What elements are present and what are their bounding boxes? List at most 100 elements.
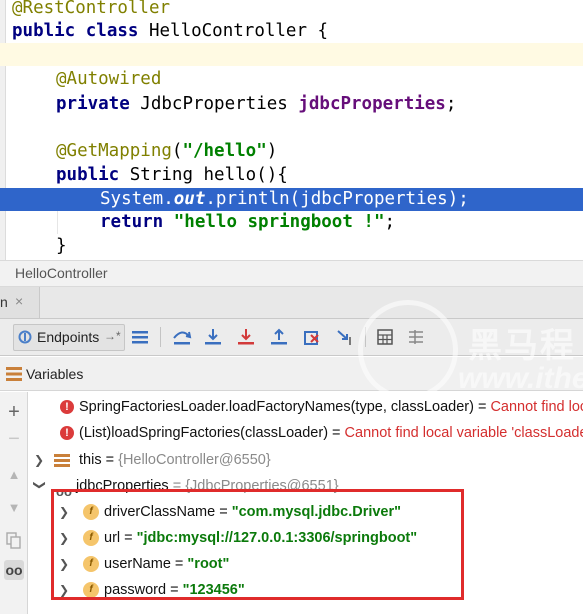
step-out-icon [271, 328, 287, 345]
code-editor[interactable]: @RestController public class HelloControl… [0, 0, 583, 260]
error-message: Cannot find local variable 'classLoader' [490, 399, 583, 415]
variable-text: (List)loadSpringFactories(classLoader) =… [79, 420, 583, 446]
variable-value: "com.mysql.jdbc.Driver" [231, 504, 402, 520]
variable-row[interactable]: ❯ this = {HelloController@6550} [29, 447, 583, 473]
move-down-button[interactable]: ▼ [4, 497, 24, 517]
code-token: return [100, 212, 174, 232]
code-token: public class [12, 21, 149, 41]
variable-row[interactable]: ! (List)loadSpringFactories(classLoader) … [29, 420, 583, 446]
minus-icon: − [8, 427, 20, 450]
triangle-up-icon: ▲ [7, 466, 21, 482]
variable-row[interactable]: ❯ f userName = "root" [29, 551, 583, 577]
variable-value: {JdbcProperties@6551} [185, 478, 339, 494]
code-token: System. [100, 189, 174, 209]
variable-row[interactable]: ❯ oo jdbcProperties = {JdbcProperties@6551… [29, 473, 583, 499]
debug-tab-strip: n × [0, 287, 583, 319]
variables-panel-title: Variables [26, 366, 84, 382]
code-token: HelloController { [148, 21, 329, 41]
code-line[interactable]: public String hello(){ [0, 164, 583, 187]
force-step-into-button[interactable] [234, 325, 258, 349]
variable-text: this = {HelloController@6550} [79, 447, 271, 473]
code-token: private [56, 94, 141, 114]
step-over-button[interactable] [170, 325, 194, 349]
code-line-text: public class HelloController { [12, 20, 328, 43]
run-to-cursor-button[interactable] [333, 325, 357, 349]
code-line-text: System.out.println(jdbcProperties); [100, 188, 469, 211]
variable-name: jdbcProperties [76, 478, 169, 494]
code-line-breakpoint[interactable]: System.out.println(jdbcProperties); [0, 188, 583, 211]
code-token: ; [384, 212, 396, 232]
remove-watch-button[interactable]: − [4, 427, 24, 450]
code-line[interactable]: } [0, 235, 583, 258]
variable-text: SpringFactoriesLoader.loadFactoryNames(t… [79, 394, 583, 420]
variable-name: url [104, 530, 121, 546]
toolbar-separator [160, 327, 161, 347]
code-line[interactable]: private JdbcProperties jdbcProperties; [0, 93, 583, 116]
copy-icon [6, 531, 21, 549]
error-message: Cannot find local variable 'classLoader' [344, 425, 583, 441]
trace-button[interactable] [404, 325, 428, 349]
code-token: } [56, 236, 67, 256]
variable-name: this [79, 452, 102, 468]
code-token: ( [171, 141, 183, 161]
code-token: out [173, 189, 206, 209]
variable-text: userName = "root" [104, 551, 229, 577]
variable-row[interactable]: ❯ f password = "123456" [29, 577, 583, 603]
code-token: "hello springboot !" [173, 212, 385, 232]
collapse-arrow-icon[interactable]: ❯ [29, 480, 53, 492]
evaluate-expression-button[interactable] [373, 325, 397, 349]
move-up-button[interactable]: ▲ [4, 464, 24, 484]
show-watches-toggle[interactable]: oo [4, 560, 24, 580]
show-frames-button[interactable] [128, 325, 152, 349]
code-token: String hello(){ [129, 165, 288, 185]
code-token: .println(jdbcProperties); [205, 189, 469, 209]
list-icon [132, 331, 148, 344]
code-line-text: private JdbcProperties jdbcProperties; [56, 93, 456, 116]
watch-expression: (List)loadSpringFactories(classLoader) = [79, 425, 345, 441]
variables-side-toolbar: + − ▲ ▼ oo [0, 392, 28, 614]
code-line[interactable]: @GetMapping("/hello") [0, 140, 583, 163]
step-into-button[interactable] [201, 325, 225, 349]
toolbar-separator [365, 327, 366, 347]
drop-frame-button[interactable] [300, 325, 324, 349]
code-token: @GetMapping [56, 141, 172, 161]
variables-tree: ! SpringFactoriesLoader.loadFactoryNames(… [29, 392, 583, 614]
code-line[interactable]: @Autowired [0, 68, 583, 91]
pin-icon[interactable]: →* [104, 329, 121, 343]
code-line[interactable]: public class HelloController { [0, 20, 583, 43]
expand-arrow-icon[interactable]: ❯ [59, 551, 71, 577]
equals-sign: = [101, 452, 119, 468]
expand-arrow-icon[interactable]: ❯ [59, 499, 71, 525]
code-line-text: @GetMapping("/hello") [56, 140, 277, 163]
code-token: "/hello" [182, 141, 267, 161]
code-token: public [56, 165, 130, 185]
add-watch-button[interactable]: + [4, 401, 24, 423]
code-line-text: public String hello(){ [56, 164, 288, 187]
equals-sign: = [170, 556, 188, 572]
variable-row[interactable]: ❯ f url = "jdbc:mysql://127.0.0.1:3306/spr… [29, 525, 583, 551]
tab-endpoints[interactable]: Endpoints →* [13, 324, 125, 351]
code-line[interactable] [0, 43, 583, 66]
close-icon[interactable]: × [15, 293, 23, 309]
code-line-text: @RestController [12, 0, 170, 20]
code-line[interactable]: @RestController [0, 0, 583, 20]
breadcrumb: HelloController [0, 260, 583, 287]
variable-row[interactable]: ! SpringFactoriesLoader.loadFactoryNames(… [29, 394, 583, 420]
breadcrumb-item-hellocontroller[interactable]: HelloController [15, 265, 108, 281]
step-out-button[interactable] [267, 325, 291, 349]
equals-sign: = [166, 582, 183, 598]
debug-session-tab[interactable]: n × [0, 287, 40, 318]
code-line-text: @Autowired [56, 68, 161, 91]
variable-name: userName [104, 556, 171, 572]
variable-name: password [104, 582, 167, 598]
code-line[interactable] [0, 116, 583, 139]
field-icon: f [83, 556, 99, 572]
expand-arrow-icon[interactable]: ❯ [59, 525, 71, 551]
variable-row[interactable]: ❯ f driverClassName = "com.mysql.jdbc.Driv… [29, 499, 583, 525]
copy-button[interactable] [4, 530, 24, 550]
code-line[interactable]: return "hello springboot !"; [0, 211, 583, 234]
expand-arrow-icon[interactable]: ❯ [59, 577, 71, 603]
error-icon: ! [60, 400, 74, 414]
expand-arrow-icon[interactable]: ❯ [34, 447, 46, 473]
code-token: jdbcProperties [298, 94, 446, 114]
